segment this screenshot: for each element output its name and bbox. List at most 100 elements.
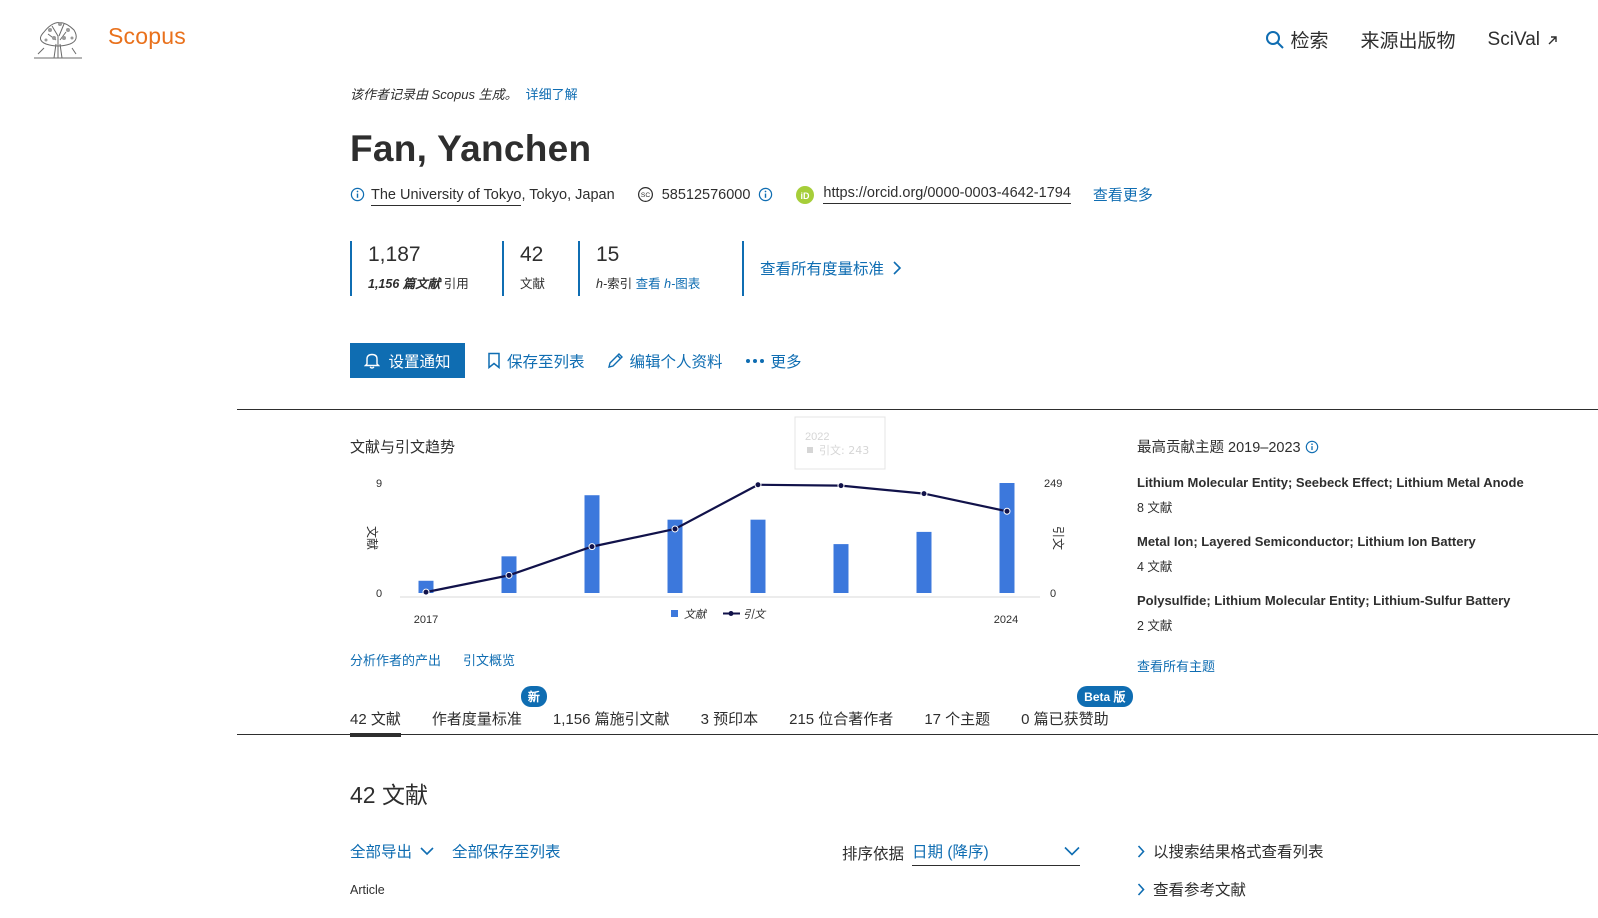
edit-profile-button[interactable]: 编辑个人资料 <box>607 350 723 372</box>
tab-citing-documents[interactable]: 1,156 篇施引文献 <box>553 708 670 737</box>
save-all-to-list-button[interactable]: 全部保存至列表 <box>452 840 561 862</box>
affiliation-link[interactable]: The University of Tokyo <box>371 186 522 206</box>
view-references-link[interactable]: 查看参考文献 <box>1137 878 1324 900</box>
document-view-links: 以搜索结果格式查看列表 查看参考文献 <box>1137 840 1324 916</box>
export-actions: 全部导出 全部保存至列表 <box>350 840 561 862</box>
scopus-id-icon: SC <box>637 186 653 203</box>
topics-title-text: 最高贡献主题 2019–2023 <box>1137 440 1301 456</box>
citations-point-2017[interactable] <box>422 588 430 596</box>
author-meta-row: The University of Tokyo, Tokyo, Japan SC… <box>350 184 1153 206</box>
elsevier-logo[interactable] <box>30 14 86 62</box>
left-axis-min: 0 <box>376 588 382 600</box>
topic-count: 8 文献 <box>1137 501 1173 515</box>
chevron-right-icon <box>1137 844 1145 858</box>
view-h-graph-link[interactable]: 查看 h-图表 <box>636 277 701 291</box>
citations-suffix: 引用 <box>443 277 469 291</box>
pencil-icon <box>607 353 623 368</box>
citations-point-2024[interactable] <box>1003 507 1011 515</box>
documents-bar-2024[interactable] <box>999 483 1015 593</box>
scopus-id-value: 58512576000 <box>661 186 751 203</box>
documents-bar-2021[interactable] <box>750 519 766 593</box>
documents-heading: 42 文献 <box>350 782 428 808</box>
document-type: Article <box>350 883 385 897</box>
view-all-topics-link[interactable]: 查看所有主题 <box>1137 656 1577 675</box>
topic-name: Lithium Molecular Entity; Seebeck Effect… <box>1137 475 1524 490</box>
chart-tooltip: 2022 引文: 243 <box>794 416 886 470</box>
nav-search[interactable]: 检索 <box>1265 26 1329 53</box>
topic-name: Polysulfide; Lithium Molecular Entity; L… <box>1137 593 1511 608</box>
h-index-label-h: h- <box>596 277 608 291</box>
tab-coauthors[interactable]: 215 位合著作者 <box>789 708 893 737</box>
view-all-metrics-link[interactable]: 查看所有度量标准 <box>742 241 932 296</box>
topic-item: Polysulfide; Lithium Molecular Entity; L… <box>1137 593 1577 634</box>
view-more-link[interactable]: 查看更多 <box>1093 184 1153 205</box>
citation-overview-link[interactable]: 引文概览 <box>463 650 515 669</box>
citations-point-2019[interactable] <box>588 543 596 551</box>
metric-h-index: 15 h-索引 查看 h-图表 <box>578 241 742 296</box>
documents-citations-chart: 9 0 249 0 文献 引文 2017 2024 文献 引文 2022 引文:… <box>365 416 1066 626</box>
citations-point-2020[interactable] <box>671 525 679 533</box>
tab-preprints[interactable]: 3 预印本 <box>701 708 759 737</box>
nav-sources[interactable]: 来源出版物 <box>1361 26 1456 53</box>
search-icon <box>1265 30 1284 49</box>
documents-bar-2023[interactable] <box>916 531 932 593</box>
author-record-note: 该作者记录由 Scopus 生成。 详细了解 <box>350 84 578 103</box>
citations-point-2023[interactable] <box>920 490 928 498</box>
citations-point-2022[interactable] <box>837 482 845 490</box>
scopus-id: SC 58512576000 <box>637 186 774 203</box>
tab-funded[interactable]: Beta 版0 篇已获赞助 <box>1021 686 1133 737</box>
view-all-metrics-label: 查看所有度量标准 <box>760 261 885 278</box>
learn-more-link[interactable]: 详细了解 <box>526 87 578 102</box>
sort-label: 排序依据 <box>842 846 905 863</box>
view-as-search-results-link[interactable]: 以搜索结果格式查看列表 <box>1137 840 1324 862</box>
nav-search-label: 检索 <box>1290 31 1329 52</box>
legend-citations-dot <box>728 611 734 616</box>
affiliation: The University of Tokyo, Tokyo, Japan <box>350 186 615 206</box>
tab-author-metrics[interactable]: 新作者度量标准 <box>432 686 547 737</box>
more-label: 更多 <box>770 353 802 371</box>
citations-docs: 1,156 篇文献 <box>368 277 441 291</box>
topic-count: 4 文献 <box>1137 560 1173 574</box>
profile-tabs: 42 文献 新作者度量标准 1,156 篇施引文献 3 预印本 215 位合著作… <box>350 686 1140 737</box>
info-icon[interactable] <box>350 187 365 202</box>
export-all-button[interactable]: 全部导出 <box>350 840 434 862</box>
h-index-label: 索引 <box>607 277 633 291</box>
nav-scival[interactable]: SciVal <box>1488 29 1558 51</box>
citations-point-2018[interactable] <box>505 571 513 579</box>
citations-point-2021[interactable] <box>754 481 762 489</box>
legend-docs-swatch <box>671 610 678 617</box>
nav-scival-label: SciVal <box>1487 28 1540 50</box>
documents-label: 文献 <box>520 277 546 291</box>
tooltip-value: 引文: 243 <box>819 443 869 457</box>
new-badge: 新 <box>520 686 547 707</box>
edit-profile-label: 编辑个人资料 <box>629 353 723 371</box>
info-icon[interactable] <box>758 187 773 202</box>
note-text: 该作者记录由 Scopus 生成。 <box>350 87 518 102</box>
sort-control: 排序依据 日期 (降序) <box>842 840 1081 866</box>
set-alert-button[interactable]: 设置通知 <box>350 343 465 378</box>
sort-value: 日期 (降序) <box>912 844 989 861</box>
analyze-output-link[interactable]: 分析作者的产出 <box>350 650 441 669</box>
top-navigation: 检索 来源出版物 SciVal <box>1265 26 1558 53</box>
x-tick-last: 2024 <box>994 614 1018 626</box>
svg-text:iD: iD <box>801 190 811 200</box>
save-to-list-button[interactable]: 保存至列表 <box>487 350 585 372</box>
topic-count: 2 文献 <box>1137 619 1173 633</box>
bell-icon <box>364 353 381 369</box>
left-axis-label: 文献 <box>365 526 380 550</box>
x-tick-first: 2017 <box>414 614 438 626</box>
documents-value: 42 <box>520 243 544 266</box>
left-axis-max: 9 <box>376 478 382 490</box>
tab-topics[interactable]: 17 个主题 <box>924 708 990 737</box>
topic-item: Lithium Molecular Entity; Seebeck Effect… <box>1137 475 1577 516</box>
documents-bar-2022[interactable] <box>833 544 849 593</box>
tab-documents[interactable]: 42 文献 <box>350 708 401 737</box>
info-icon[interactable] <box>1305 440 1319 454</box>
citations-value: 1,187 <box>368 243 421 266</box>
scopus-brand[interactable]: Scopus <box>108 23 186 50</box>
sort-select[interactable]: 日期 (降序) <box>912 840 1081 866</box>
more-button[interactable]: 更多 <box>745 350 802 372</box>
tabs-divider <box>237 734 1598 735</box>
h-index-value: 15 <box>596 243 620 266</box>
orcid-link[interactable]: https://orcid.org/0000-0003-4642-1794 <box>823 185 1071 204</box>
